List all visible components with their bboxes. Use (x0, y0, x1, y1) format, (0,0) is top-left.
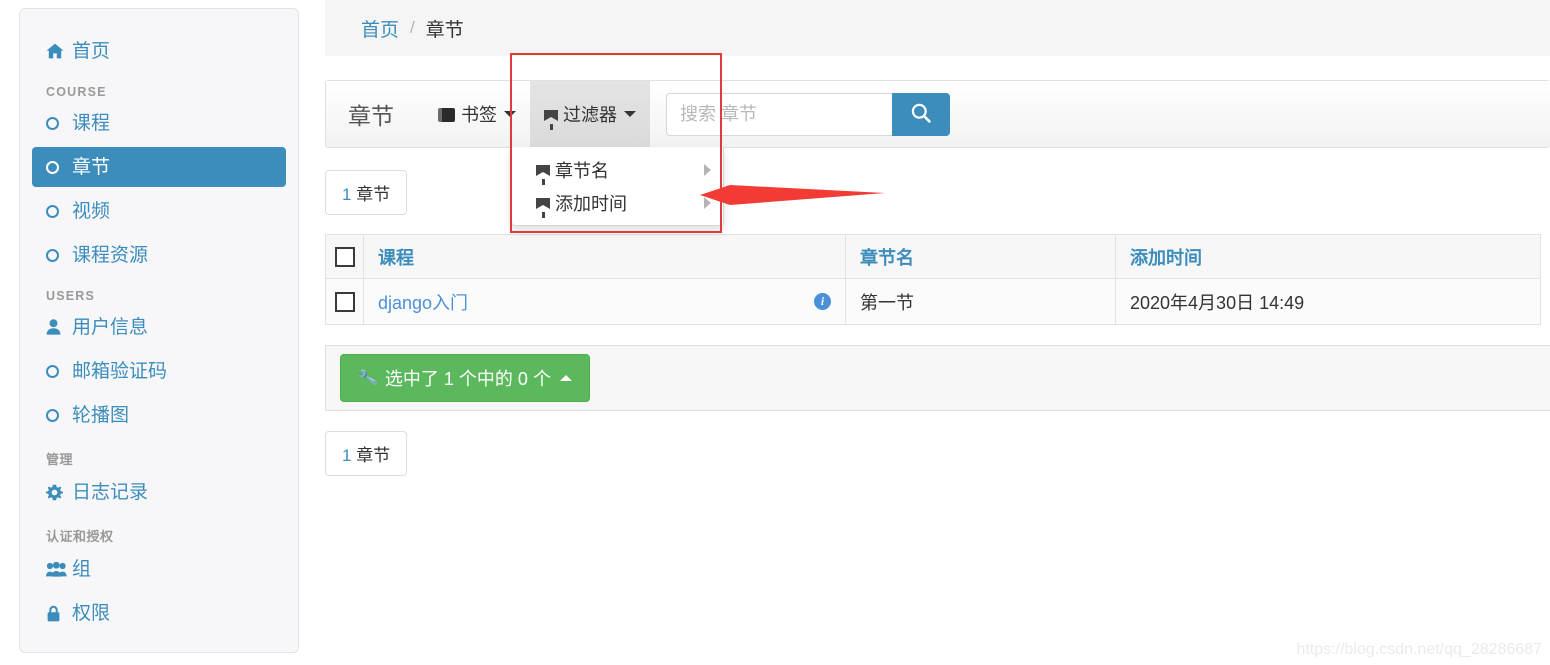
breadcrumb: 首页 / 章节 (325, 0, 1550, 56)
search-input[interactable] (666, 92, 892, 136)
table-head: 课程 章节名 添加时间 (325, 234, 1541, 279)
sidebar-item-label: 首页 (72, 40, 111, 62)
sidebar-item-label: 轮播图 (72, 404, 130, 426)
table-body: django入门 i 第一节 2020年4月30日 14:49 (325, 278, 1541, 325)
filter-label: 过滤器 (563, 105, 617, 125)
chevron-down-icon (504, 111, 516, 117)
select-all-checkbox[interactable] (334, 247, 355, 268)
sidebar-item-label: 权限 (72, 602, 111, 624)
circle-icon (46, 364, 72, 378)
filter-menu-item-added-time[interactable]: 添加时间 (512, 186, 723, 219)
results-table: 课程 章节名 添加时间 django入门 i 第一节 2020年4月30日 14… (325, 234, 1541, 325)
filter-dropdown-menu: 章节名 添加时间 (511, 147, 724, 226)
lock-icon (46, 605, 72, 622)
bulk-action-button[interactable]: 🔧 选中了 1 个中的 0 个 (340, 354, 590, 402)
info-icon[interactable]: i (814, 293, 831, 310)
toolbar: 章节 书签 过滤器 搜索 章节 章节名 添加时间 (326, 81, 1550, 226)
sidebar-item-label: 邮箱验证码 (72, 360, 168, 382)
column-header-chapter-name[interactable]: 章节名 (845, 234, 1116, 279)
filter-menu-item-label: 章节名 (555, 160, 609, 181)
wrench-icon: 🔧 (356, 368, 380, 389)
bulk-action-label: 选中了 1 个中的 0 个 (384, 369, 551, 389)
result-count-number: 1 (342, 185, 352, 204)
breadcrumb-current: 章节 (425, 19, 464, 41)
sidebar-item-log[interactable]: 日志记录 (32, 472, 286, 512)
sidebar-item-chapter[interactable]: 章节 (32, 147, 286, 187)
main-content: 首页 / 章节 章节 书签 过滤器 搜索 章节 章节名 添加时间 1 章节 课程… (325, 0, 1550, 665)
user-icon (46, 319, 72, 335)
chevron-right-icon (704, 196, 711, 209)
circle-icon (46, 204, 72, 218)
row-select-cell (325, 278, 364, 325)
sidebar-item-group[interactable]: 组 (32, 549, 286, 589)
sidebar-item-video[interactable]: 视频 (32, 191, 286, 231)
home-icon (46, 43, 72, 59)
column-header-added-time[interactable]: 添加时间 (1115, 234, 1541, 279)
bookmark-label: 书签 (461, 105, 497, 125)
sidebar-item-email-code[interactable]: 邮箱验证码 (32, 351, 286, 391)
circle-icon (46, 160, 72, 174)
chevron-right-icon (704, 163, 711, 176)
circle-icon (46, 408, 72, 422)
search-group (666, 92, 950, 136)
magnifier-icon (910, 102, 932, 127)
filter-funnel-icon (536, 198, 550, 218)
sidebar-header-course: COURSE (46, 85, 107, 99)
search-button[interactable] (892, 92, 950, 136)
chevron-down-icon (624, 111, 636, 117)
bookmark-button[interactable]: 书签 (424, 81, 530, 147)
count-row-bottom: 1 章节 (325, 431, 1550, 476)
actions-bar: 🔧 选中了 1 个中的 0 个 (325, 345, 1550, 411)
chevron-up-icon (559, 375, 572, 381)
sidebar-item-label: 课程 (72, 112, 111, 134)
users-group-icon (46, 561, 72, 577)
cell-added-time: 2020年4月30日 14:49 (1115, 278, 1541, 325)
filter-funnel-icon (544, 109, 558, 130)
filter-funnel-icon (536, 165, 550, 185)
sidebar-item-home[interactable]: 首页 (32, 31, 286, 71)
result-count-unit: 章节 (356, 446, 391, 465)
filter-menu-item-label: 添加时间 (555, 193, 627, 214)
book-icon (438, 108, 455, 122)
sidebar-item-course[interactable]: 课程 (32, 103, 286, 143)
circle-icon (46, 116, 72, 130)
course-link[interactable]: django入门 (378, 289, 468, 315)
column-header-course[interactable]: 课程 (363, 234, 846, 279)
table-header-row: 课程 章节名 添加时间 (325, 234, 1541, 279)
sidebar: 首页 COURSE 课程 章节 视频 课程资源 USERS 用户信息 邮箱验证码… (19, 8, 299, 653)
sidebar-item-label: 章节 (72, 156, 111, 178)
sidebar-item-label: 课程资源 (72, 244, 149, 266)
result-count-badge-bottom[interactable]: 1 章节 (325, 431, 408, 476)
sidebar-item-banner[interactable]: 轮播图 (32, 395, 286, 435)
sidebar-item-label: 日志记录 (72, 481, 149, 503)
circle-icon (46, 248, 72, 262)
sidebar-header-users: USERS (46, 289, 96, 303)
sidebar-item-course-resource[interactable]: 课程资源 (32, 235, 286, 275)
cell-chapter-name: 第一节 (845, 278, 1116, 325)
table-row: django入门 i 第一节 2020年4月30日 14:49 (325, 278, 1541, 325)
sidebar-item-label: 组 (72, 558, 92, 580)
breadcrumb-home-link[interactable]: 首页 (361, 15, 399, 42)
sidebar-header-auth: 认证和授权 (46, 529, 114, 544)
breadcrumb-separator: / (410, 18, 415, 37)
sidebar-header-management: 管理 (46, 452, 74, 467)
row-checkbox[interactable] (334, 292, 355, 313)
page-title: 章节 (348, 103, 394, 129)
result-count-unit: 章节 (356, 185, 391, 204)
results-table-wrapper: 课程 章节名 添加时间 django入门 i 第一节 2020年4月30日 14… (325, 234, 1550, 325)
result-count-number: 1 (342, 446, 352, 465)
filter-menu-item-chapter-name[interactable]: 章节名 (512, 153, 723, 186)
select-all-header (325, 234, 364, 279)
gear-icon (46, 484, 72, 501)
sidebar-item-label: 视频 (72, 200, 111, 222)
toolbar-panel: 章节 书签 过滤器 搜索 章节 章节名 添加时间 (325, 80, 1550, 226)
watermark: https://blog.csdn.net/qq_28286687 (1296, 641, 1542, 658)
cell-course: django入门 i (363, 278, 846, 325)
sidebar-item-user-info[interactable]: 用户信息 (32, 307, 286, 347)
result-count-badge[interactable]: 1 章节 (325, 170, 408, 215)
filter-button[interactable]: 过滤器 (530, 81, 650, 147)
count-row-top: 1 章节 (325, 170, 1550, 215)
sidebar-item-permission[interactable]: 权限 (32, 593, 286, 633)
sidebar-item-label: 用户信息 (72, 316, 149, 338)
